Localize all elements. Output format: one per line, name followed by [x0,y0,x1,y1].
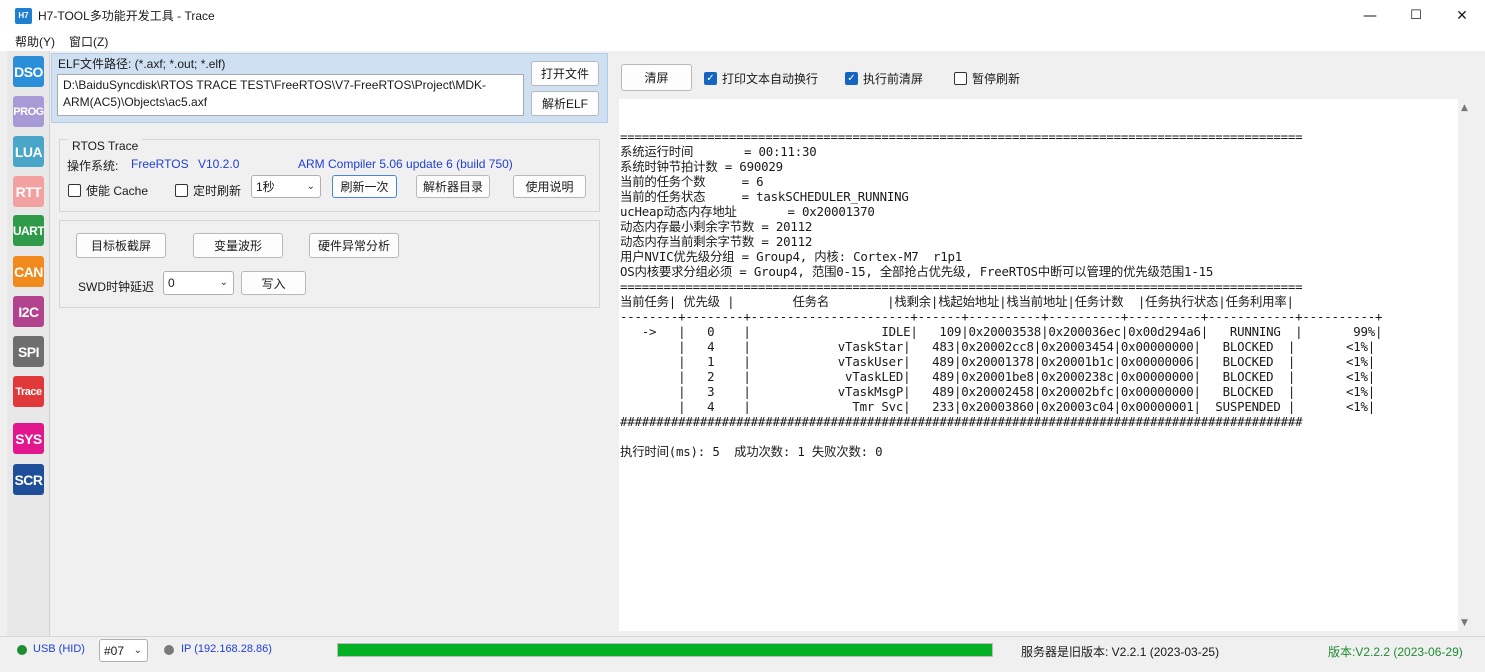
rail-i2c-button[interactable]: I2C [13,296,44,327]
cache-checkbox-label: 使能 Cache [86,184,149,198]
console-info-line: 用户NVIC优先级分组 = Group4, 内核: Cortex-M7 r1p1 [620,249,963,264]
variable-waveform-button[interactable]: 变量波形 [193,233,283,258]
clear-before-run-checkbox-box[interactable]: ✓ [845,72,858,85]
chevron-down-icon: ⌄ [219,276,228,288]
title-bar: H7 H7-TOOL多功能开发工具 - Trace — ☐ ✕ [0,0,1485,31]
device-select-value: #07 [104,643,125,658]
window-title: H7-TOOL多功能开发工具 - Trace [38,9,215,23]
console-info-line: 当前的任务状态 = taskSCHEDULER_RUNNING [620,189,909,204]
ip-status-icon [164,645,174,655]
swd-delay-label: SWD时钟延迟 [78,280,154,294]
rail-prog-button[interactable]: PROG [13,96,44,127]
rail-rtt-button[interactable]: RTT [13,176,44,207]
cache-checkbox-box[interactable] [68,184,81,197]
console-info-line: 动态内存最小剩余字节数 = 20112 [620,219,813,234]
elf-path-input[interactable]: D:\BaiduSyncdisk\RTOS TRACE TEST\FreeRTO… [57,74,524,116]
task-table-row: | 4 | Tmr Svc| 233|0x20003860|0x20003c04… [620,399,1376,414]
parse-elf-button[interactable]: 解析ELF [531,91,599,116]
compiler-version: ARM Compiler 5.06 update 6 (build 750) [298,157,513,171]
server-version-label: 服务器是旧版本: V2.2.1 (2023-03-25) [1021,645,1220,659]
refresh-interval-value: 1秒 [256,180,275,194]
pause-refresh-checkbox[interactable]: 暂停刷新 [954,70,1020,87]
minimize-button[interactable]: — [1347,0,1393,31]
console-info-line: 当前的任务个数 = 6 [620,174,764,189]
usage-help-button[interactable]: 使用说明 [513,175,586,198]
os-label: 操作系统: [67,159,119,173]
scroll-down-icon[interactable]: ▼ [1459,617,1470,628]
menu-bar: 帮助(Y) 窗口(Z) [0,31,1485,51]
scroll-up-icon[interactable]: ▲ [1459,102,1470,113]
os-version: V10.2.0 [198,157,240,171]
close-button[interactable]: ✕ [1439,0,1485,31]
console-info-line: ucHeap动态内存地址 = 0x20001370 [620,204,875,219]
os-name: FreeRTOS [131,157,189,171]
chevron-down-icon: ⌄ [133,644,142,656]
swd-delay-value: 0 [168,276,175,290]
task-table-row: | 1 | vTaskUser| 489|0x20001378|0x20001b… [620,354,1376,369]
console-hash-separator: ########################################… [620,414,1303,429]
rail-sys-button[interactable]: SYS [13,423,44,454]
swd-delay-select[interactable]: 0 ⌄ [163,271,234,295]
rail-can-button[interactable]: CAN [13,256,44,287]
maximize-button[interactable]: ☐ [1393,0,1439,31]
task-table-row: | 2 | vTaskLED| 489|0x20001be8|0x2000238… [620,369,1376,384]
console-separator: ========================================… [620,129,1303,144]
rtos-group-title: RTOS Trace [68,139,143,153]
rail-lua-button[interactable]: LUA [13,136,44,167]
timer-refresh-label: 定时刷新 [193,184,242,198]
execution-summary: 执行时间(ms): 5 成功次数: 1 失败次数: 0 [620,444,883,459]
task-table-row: | 4 | vTaskStar| 483|0x20002cc8|0x200034… [620,339,1376,354]
hardfault-analysis-button[interactable]: 硬件异常分析 [309,233,399,258]
console-info-line: 动态内存当前剩余字节数 = 20112 [620,234,813,249]
timer-refresh-checkbox-box[interactable] [175,184,188,197]
cache-checkbox[interactable]: 使能 Cache [68,182,148,199]
timer-refresh-checkbox[interactable]: 定时刷新 [175,182,241,199]
console-scrollbar[interactable]: ▲ ▼ [1458,99,1471,631]
console-info-line: 系统时钟节拍计数 = 690029 [620,159,783,174]
parser-directory-button[interactable]: 解析器目录 [416,175,490,198]
elf-panel: ELF文件路径: (*.axf; *.out; *.elf) D:\BaiduS… [51,53,608,123]
progress-fill [338,644,992,656]
ip-status-label: IP (192.168.28.86) [181,643,272,655]
task-table-row: -> | 0 | IDLE| 109|0x20003538|0x200036ec… [620,324,1383,339]
task-table-header: 当前任务| 优先级 | 任务名 |栈剩余|栈起始地址|栈当前地址|任务计数 |任… [620,294,1294,309]
chevron-down-icon: ⌄ [306,180,315,192]
open-file-button[interactable]: 打开文件 [531,61,599,86]
progress-bar [337,643,993,657]
usb-status-label: USB (HID) [33,643,85,655]
refresh-once-button[interactable]: 刷新一次 [332,175,397,198]
console-separator: ========================================… [620,279,1303,294]
rail-uart-button[interactable]: UART [13,215,45,246]
target-screenshot-button[interactable]: 目标板截屏 [76,233,166,258]
app-logo-icon: H7 [15,7,32,24]
task-table-separator: --------+--------+----------------------… [620,309,1383,324]
auto-wrap-checkbox-box[interactable]: ✓ [704,72,717,85]
console-text: ========================================… [620,129,1382,459]
clear-before-run-checkbox[interactable]: ✓ 执行前清屏 [845,70,923,87]
refresh-interval-select[interactable]: 1秒 ⌄ [251,175,321,198]
rail-dso-button[interactable]: DSO [13,56,44,87]
clear-before-run-label: 执行前清屏 [863,72,924,86]
pause-refresh-checkbox-box[interactable] [954,72,967,85]
rail-trace-button[interactable]: Trace [13,376,44,407]
write-button[interactable]: 写入 [241,271,306,295]
auto-wrap-checkbox[interactable]: ✓ 打印文本自动换行 [704,70,818,87]
rail-spi-button[interactable]: SPI [13,336,44,367]
device-select[interactable]: #07 ⌄ [99,639,148,662]
auto-wrap-label: 打印文本自动换行 [722,72,819,86]
console-output[interactable]: ========================================… [619,99,1458,631]
task-table-row: | 3 | vTaskMsgP| 489|0x20002458|0x20002b… [620,384,1376,399]
tool-rail: DSO PROG LUA RTT UART CAN I2C SPI Trace … [7,51,50,636]
usb-status-icon [17,645,27,655]
pause-refresh-label: 暂停刷新 [972,72,1021,86]
menu-help[interactable]: 帮助(Y) [8,33,62,50]
console-info-line: OS内核要求分组必须 = Group4, 范围0-15, 全部抢占优先级, Fr… [620,264,1214,279]
clear-screen-button[interactable]: 清屏 [621,64,692,91]
rail-scr-button[interactable]: SCR [13,464,44,495]
elf-path-label: ELF文件路径: (*.axf; *.out; *.elf) [58,57,226,71]
menu-window[interactable]: 窗口(Z) [62,33,115,50]
local-version-label: 版本:V2.2.2 (2023-06-29) [1328,645,1463,659]
console-info-line: 系统运行时间 = 00:11:30 [620,144,817,159]
